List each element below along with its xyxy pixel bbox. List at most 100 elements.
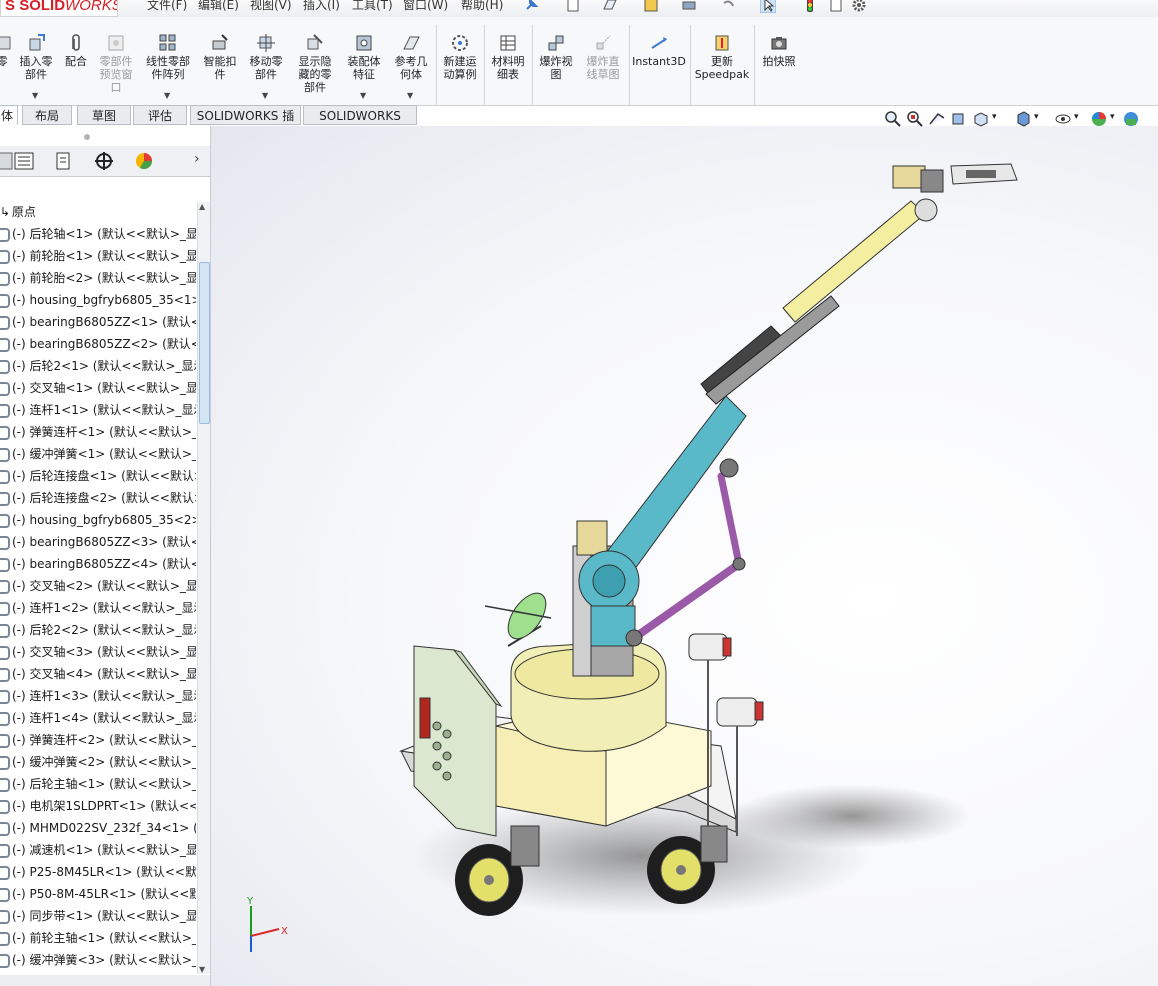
tree-item[interactable]: (-) 后轮2<1> (默认<<默认>_显示 [0,355,196,377]
tree-item[interactable]: (-) P50-8M-45LR<1> (默认<<默 [0,883,196,905]
tree-item[interactable]: (-) 交叉轴<4> (默认<<默认>_显示 [0,663,196,685]
panel-tabs-more-chevron-icon[interactable]: › [194,151,200,167]
assembly-feature-dropdown[interactable]: ▼ [360,89,366,102]
insert-component-dropdown[interactable]: ▼ [32,89,38,102]
tree-item[interactable]: (-) 连杆1<1> (默认<<默认>_显示 [0,399,196,421]
undo-icon[interactable] [720,0,736,13]
appearance-dropdown[interactable]: ▾ [1110,112,1115,122]
rebuild-icon[interactable] [802,0,818,13]
panel-grip[interactable] [84,134,90,140]
component-preview-button[interactable]: 零部件 预览窗 口 [96,33,136,94]
tree-item[interactable]: (-) 同步带<1> (默认<<默认>_显示 [0,905,196,927]
explode-line-sketch-button[interactable]: 爆炸直 线草图 [581,33,625,81]
display-style-dropdown[interactable]: ▾ [1034,112,1039,122]
save-icon[interactable] [643,0,659,13]
menu-help[interactable]: 帮助(H) [461,0,503,13]
tree-item[interactable]: (-) bearingB6805ZZ<3> (默认<< [0,531,196,553]
instant3d-button[interactable]: Instant3D [632,33,686,68]
antenna-dish[interactable] [484,587,553,647]
menu-view[interactable]: 视图(V) [250,0,292,13]
tab-sketch[interactable]: 草图 [77,105,131,125]
tree-item[interactable]: (-) 交叉轴<2> (默认<<默认>_显示 [0,575,196,597]
tree-item[interactable]: (-) 后轮主轴<1> (默认<<默认>_显 [0,773,196,795]
menu-insert[interactable]: 插入(I) [303,0,340,13]
smart-fastener-button[interactable]: 智能扣 件 [200,33,240,81]
tree-item[interactable]: (-) bearingB6805ZZ<4> (默认<< [0,553,196,575]
tree-item[interactable]: (-) 弹簧连杆<2> (默认<<默认>_显 [0,729,196,751]
explode-view-button[interactable]: 爆炸视 图 [535,33,577,81]
tree-item[interactable]: (-) 弹簧连杆<1> (默认<<默认>_显 [0,421,196,443]
update-speedpak-button[interactable]: 更新 Speedpak [694,33,750,81]
menu-edit[interactable]: 编辑(E) [198,0,239,13]
assembly-feature-button[interactable]: 装配体 特征 ▼ [343,33,385,100]
tree-item[interactable]: (-) 前轮胎<1> (默认<<默认>_显示 [0,245,196,267]
tree-item[interactable]: (-) 后轮连接盘<2> (默认<<默认> [0,487,196,509]
reference-geometry-button[interactable]: 参考几 何体 ▼ [390,33,432,100]
tree-item[interactable]: (-) 前轮主轴<1> (默认<<默认>_显 [0,927,196,949]
scroll-up-arrow-icon[interactable]: ▲ [199,202,205,211]
reference-geometry-dropdown[interactable]: ▼ [407,89,413,102]
tree-item[interactable]: (-) 减速机<1> (默认<<默认>_显示 [0,839,196,861]
tree-horizontal-scrollbar[interactable] [0,975,210,986]
select-icon[interactable] [760,0,776,13]
tree-item[interactable]: (-) 缓冲弹簧<2> (默认<<默认>_显 [0,751,196,773]
tree-item[interactable]: (-) 后轮轴<1> (默认<<默认>_显示 [0,223,196,245]
snapshot-button[interactable]: 拍快照 [758,33,800,68]
tree-item[interactable]: (-) 缓冲弹簧<3> (默认<<默认>_显 [0,949,196,971]
tree-item[interactable]: (-) 电机架1SLDPRT<1> (默认<<默 [0,795,196,817]
elbow-joint[interactable] [700,295,840,405]
tree-item[interactable]: (-) bearingB6805ZZ<1> (默认<< [0,311,196,333]
tab-solidworks-mbd[interactable]: SOLIDWORKS MBD [303,105,417,143]
scroll-down-arrow-icon[interactable]: ▼ [199,965,205,974]
tree-item[interactable]: (-) 连杆1<2> (默认<<默认>_显示 [0,597,196,619]
bom-button[interactable]: 材料明 细表 [487,33,529,81]
tree-item[interactable]: (-) housing_bgfryb6805_35<1> [0,289,196,311]
move-component-button[interactable]: 移动零 部件 ▼ [246,33,286,100]
component-button[interactable]: 零 [0,33,11,68]
hide-show-dropdown[interactable]: ▾ [1074,112,1079,122]
new-motion-study-button[interactable]: 新建运 动算例 [439,33,481,81]
tree-item[interactable]: (-) 后轮2<2> (默认<<默认>_显示 [0,619,196,641]
insert-component-button[interactable]: 插入零 部件 ▼ [16,33,56,100]
menu-window[interactable]: 窗口(W) [403,0,448,13]
property-manager-icon[interactable] [12,150,36,172]
print-icon[interactable] [681,0,697,13]
tree-item[interactable]: (-) MHMD022SV_232f_34<1> (默 [0,817,196,839]
upper-arm[interactable] [782,198,938,323]
tree-item[interactable]: (-) 缓冲弹簧<1> (默认<<默认>_显 [0,443,196,465]
tab-solidworks-addins[interactable]: SOLIDWORKS 插件 [190,105,301,143]
view-orientation-dropdown[interactable]: ▾ [992,112,997,122]
tree-item[interactable]: (-) 前轮胎<2> (默认<<默认>_显示 [0,267,196,289]
menu-tools[interactable]: 工具(T) [352,0,393,13]
mate-button[interactable]: 配合 [62,33,90,68]
tree-item[interactable]: (-) 交叉轴<3> (默认<<默认>_显示 [0,641,196,663]
options-gear-icon[interactable] [851,0,867,13]
display-manager-icon[interactable] [132,150,156,172]
tree-item[interactable]: (-) P25-8M45LR<1> (默认<<默认 [0,861,196,883]
tree-item[interactable]: (-) 后轮连接盘<1> (默认<<默认> [0,465,196,487]
tab-evaluate[interactable]: 评估 [133,105,187,125]
move-component-dropdown[interactable]: ▼ [262,89,268,102]
solidworks-logo[interactable]: S SOLIDWORKS [0,0,118,17]
open-icon[interactable] [602,0,618,13]
dimxpert-crosshair-icon[interactable] [92,150,116,172]
tree-scrollbar[interactable]: ▲ ▼ [197,202,210,974]
show-hidden-button[interactable]: 显示隐 藏的零 部件 [294,33,336,94]
control-cabinet[interactable] [413,645,503,837]
tab-layout[interactable]: 布局 [22,105,72,125]
file-properties-icon[interactable] [828,0,844,13]
tree-item[interactable]: (-) 连杆1<3> (默认<<默认>_显示 [0,685,196,707]
tree-origin[interactable]: ↳ 原点 [0,201,36,223]
tree-scrollbar-thumb[interactable] [199,262,210,424]
menu-file[interactable]: 文件(F) [147,0,187,13]
tree-item[interactable]: (-) housing_bgfryb6805_35<2> [0,509,196,531]
tree-item[interactable]: (-) bearingB6805ZZ<2> (默认<< [0,333,196,355]
tree-item[interactable]: (-) 交叉轴<1> (默认<<默认>_显示 [0,377,196,399]
linear-pattern-button[interactable]: 线性零部 件阵列 ▼ [141,33,195,100]
assembly-model[interactable]: Y X [211,126,1158,986]
pin-icon[interactable] [523,0,539,13]
new-document-icon[interactable] [565,0,581,13]
tab-assembly[interactable]: 体 [0,105,18,125]
gripper[interactable] [892,163,1018,193]
linear-pattern-dropdown[interactable]: ▼ [164,89,170,102]
